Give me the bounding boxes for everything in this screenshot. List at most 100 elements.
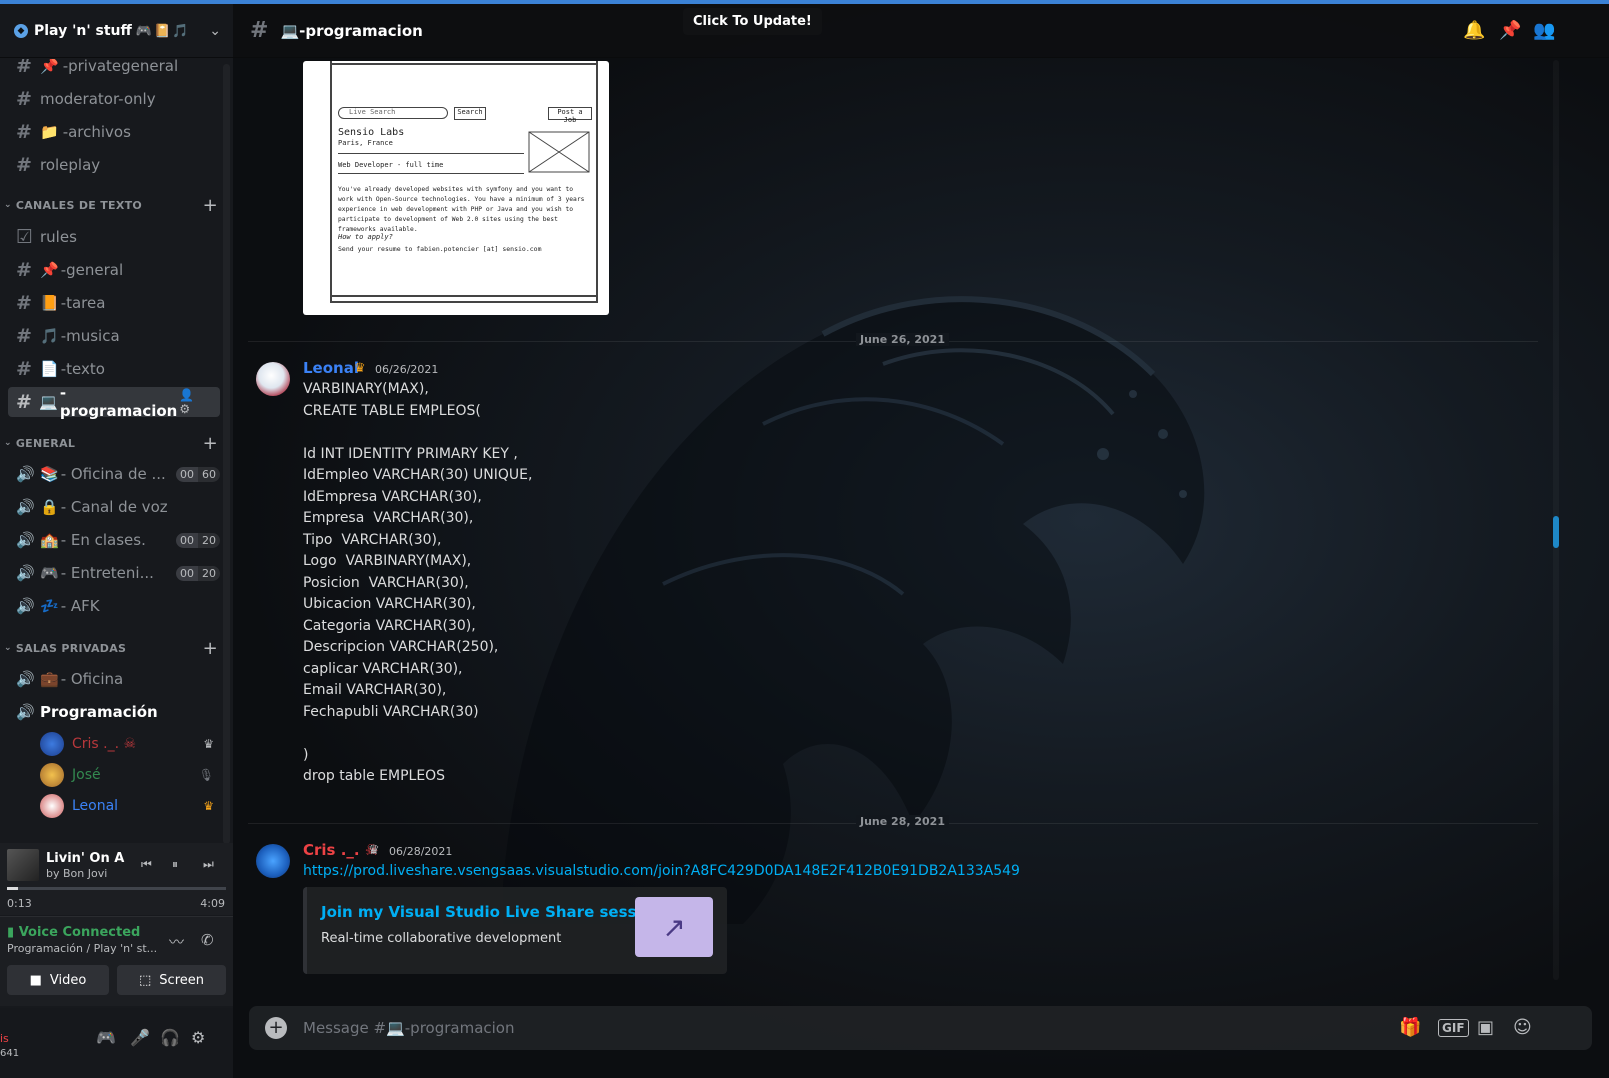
avatar[interactable]: [256, 362, 290, 396]
username[interactable]: is: [0, 1032, 9, 1045]
track-progress[interactable]: [7, 887, 226, 890]
channel-moderator-only[interactable]: # moderator-only: [8, 84, 220, 114]
mock-search-input: Live Search: [338, 107, 448, 119]
voice-connection-panel: ▮ Voice Connected Programación / Play 'n…: [0, 916, 233, 1006]
muted-mic-icon: 🎙: [198, 768, 214, 782]
speaker-icon: 🔊: [16, 703, 35, 721]
channel-list: # 📌 -privategeneral # moderator-only # 📁 -arc…: [0, 59, 222, 849]
voice-channel-entretenimiento[interactable]: 🔊 🎮 - Entreteni... 00 20: [8, 558, 220, 588]
voice-channel-canal-de-voz[interactable]: 🔊 🔒 - Canal de voz: [8, 492, 220, 522]
channel-archivos[interactable]: # 📁 -archivos: [8, 117, 220, 147]
speaker-icon: 🔊: [16, 670, 35, 688]
gamepad-icon[interactable]: 🎮: [96, 1028, 116, 1047]
channel-general[interactable]: # 📌 -general: [8, 255, 220, 285]
microphone-icon[interactable]: 🎤: [130, 1028, 150, 1047]
channel-tarea[interactable]: # 📙 -tarea: [8, 288, 220, 318]
embed-description: Real-time collaborative development: [321, 931, 562, 946]
user-panel: is 641 🎮 🎤 🎧 ⚙: [0, 1008, 233, 1078]
voice-member-leonal[interactable]: Leonal ♛: [40, 792, 220, 820]
hash-icon: #: [16, 292, 32, 314]
message-input[interactable]: Message #💻-programacion: [303, 1019, 515, 1037]
channel-rules[interactable]: ☑ rules: [8, 222, 220, 252]
category-private[interactable]: ⌄ SALAS PRIVADAS +: [4, 638, 218, 659]
voice-channel-oficina-de[interactable]: 🔊 📚 - Oficina de ... 00 60: [8, 459, 220, 489]
previous-track-icon[interactable]: ⏮: [141, 857, 152, 872]
channel-programacion[interactable]: # 💻 -programacion 👤⚙: [8, 384, 220, 420]
noise-suppression-icon[interactable]: 〰: [169, 931, 184, 952]
mock-job: Web Developer - full time: [338, 161, 444, 169]
embed-title[interactable]: Join my Visual Studio Live Share session: [321, 903, 663, 921]
upload-plus-icon[interactable]: +: [265, 1017, 287, 1039]
messages-scrollbar-thumb[interactable]: [1553, 516, 1559, 548]
category-general[interactable]: ⌄ GENERAL +: [4, 433, 218, 454]
pause-icon[interactable]: ⏸: [172, 857, 178, 872]
bell-icon[interactable]: 🔔: [1463, 20, 1485, 41]
voice-status[interactable]: ▮ Voice Connected: [7, 925, 140, 940]
channel-musica[interactable]: # 🎵 -musica: [8, 321, 220, 351]
hash-icon: #: [16, 325, 32, 347]
mock-company: Sensio Labs: [338, 127, 405, 138]
crown-icon: ♛: [368, 843, 380, 858]
speaker-icon: 🔊: [16, 465, 35, 483]
channel-name: 💻-programacion: [280, 21, 423, 40]
voice-channel-en-clases[interactable]: 🔊 🏫 - En clases. 00 20: [8, 525, 220, 555]
caret-icon: ⌄: [4, 438, 12, 448]
category-text[interactable]: ⌄ CANALES DE TEXTO +: [4, 195, 218, 216]
pin-icon[interactable]: 📌: [1499, 20, 1521, 41]
avatar[interactable]: [256, 844, 290, 878]
screen-share-button[interactable]: ⬚ Screen: [117, 965, 226, 995]
hash-icon: #: [16, 121, 32, 143]
server-boost-icon: ◆: [14, 23, 28, 38]
hash-icon: #: [16, 358, 32, 380]
liveshare-link[interactable]: https://prod.liveshare.vsengsaas.visuals…: [303, 863, 1020, 879]
channel-roleplay[interactable]: # roleplay: [8, 150, 220, 180]
voice-channel-programacion[interactable]: 🔊 Programación: [8, 697, 220, 727]
gif-icon[interactable]: GIF: [1438, 1019, 1469, 1037]
caret-icon: ⌄: [4, 200, 12, 210]
gift-icon[interactable]: 🎁: [1399, 1017, 1421, 1038]
channel-privategeneral[interactable]: # 📌 -privategeneral: [8, 59, 220, 81]
share-arrow-icon: ↗: [635, 897, 713, 957]
crown-icon: ♛: [203, 799, 214, 813]
guild-header[interactable]: ◆ Play 'n' stuff 🎮📔🎵 ⌄: [0, 4, 233, 58]
headphones-icon[interactable]: 🎧: [160, 1028, 180, 1047]
hash-icon: #: [16, 391, 32, 413]
members-icon[interactable]: 👥: [1533, 20, 1555, 41]
music-player: Livin' On A Prayer by Bon Jovi ⏮ ⏸ ⏭ 0:1…: [0, 843, 233, 915]
channel-texto[interactable]: # 📄 -texto: [8, 354, 220, 384]
settings-gear-icon[interactable]: ⚙: [191, 1028, 205, 1047]
voice-location[interactable]: Programación / Play 'n' st...: [7, 942, 157, 955]
message-author[interactable]: Leonal: [303, 359, 359, 377]
mock-image-placeholder: [528, 131, 590, 173]
add-channel-icon[interactable]: +: [203, 433, 218, 454]
crown-icon: ♛: [203, 737, 214, 751]
voice-channel-oficina[interactable]: 🔊 💼 - Oficina: [8, 664, 220, 694]
update-tooltip[interactable]: Click To Update!: [683, 8, 822, 35]
album-art: [7, 849, 39, 881]
image-attachment[interactable]: Live Search Search Post a Job Sensio Lab…: [303, 61, 609, 315]
track-total-time: 4:09: [200, 897, 225, 910]
video-button[interactable]: ■ Video: [7, 965, 109, 995]
disconnect-icon[interactable]: ✆: [201, 931, 214, 949]
emoji-icon[interactable]: ☺: [1513, 1017, 1532, 1038]
sidebar-scrollbar[interactable]: [223, 64, 230, 844]
add-channel-icon[interactable]: +: [203, 638, 218, 659]
speaker-icon: 🔊: [16, 498, 35, 516]
voice-member-cris[interactable]: Cris ._. ☠ ♛: [40, 730, 220, 758]
voice-member-jose[interactable]: José 🎙: [40, 761, 220, 789]
voice-channel-afk[interactable]: 🔊 💤 - AFK: [8, 591, 220, 621]
rules-icon: ☑: [16, 226, 34, 248]
chevron-down-icon[interactable]: ⌄: [209, 23, 221, 39]
invite-settings-icons[interactable]: 👤⚙: [179, 388, 212, 416]
guild-name: Play 'n' stuff 🎮📔🎵: [34, 22, 191, 39]
song-title: Livin' On A Prayer: [46, 851, 128, 866]
sticker-icon[interactable]: ▣: [1477, 1017, 1494, 1038]
mock-apply: Send your resume to fabien.potencier [at…: [338, 245, 542, 253]
next-track-icon[interactable]: ⏭: [203, 857, 214, 872]
message-author[interactable]: Cris ._. ☠: [303, 841, 378, 859]
add-channel-icon[interactable]: +: [203, 195, 218, 216]
avatar: [40, 794, 64, 818]
camera-icon: ■: [29, 972, 42, 988]
mock-apply-question: How to apply?: [338, 233, 393, 241]
hash-icon: #: [16, 259, 32, 281]
